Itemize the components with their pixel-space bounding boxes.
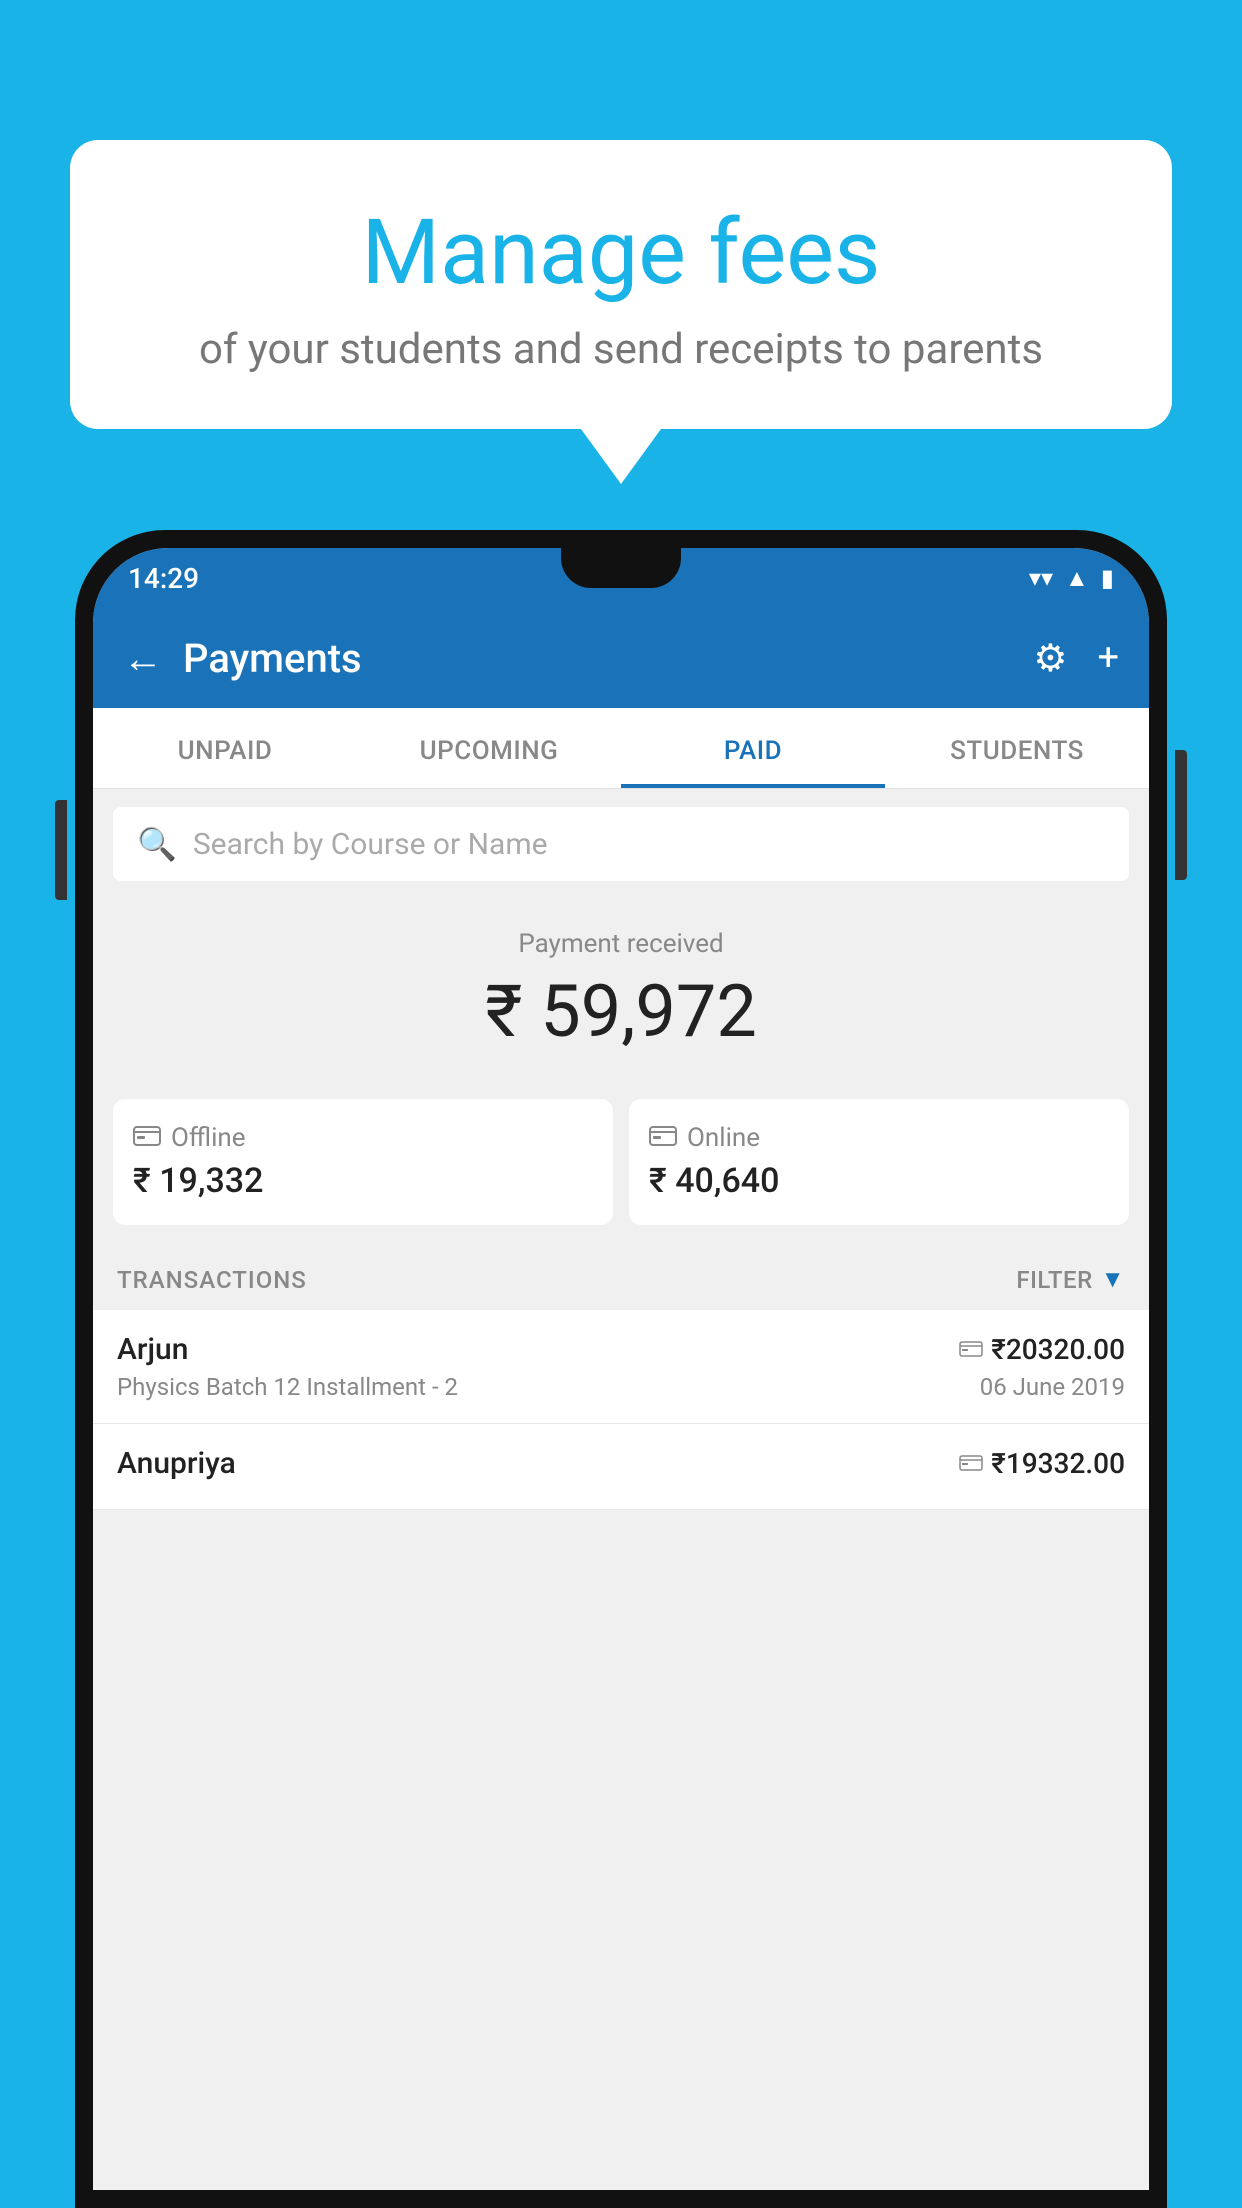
offline-amount: ₹ 19,332 (133, 1161, 593, 1201)
offline-label: Offline (171, 1123, 246, 1153)
app-bar-title: Payments (183, 635, 1013, 682)
offline-card-header: Offline (133, 1123, 593, 1153)
transaction-top: Arjun ₹20320.00 (117, 1332, 1125, 1367)
transaction-date: 06 June 2019 (980, 1373, 1125, 1401)
payment-received-label: Payment received (113, 929, 1129, 959)
content-area: 🔍 Search by Course or Name Payment recei… (93, 789, 1149, 2190)
transaction-name: Anupriya (117, 1446, 236, 1481)
settings-icon[interactable]: ⚙ (1033, 636, 1067, 681)
transaction-name: Arjun (117, 1332, 188, 1367)
battery-icon: ▮ (1101, 564, 1114, 592)
payment-cards-row: Offline ₹ 19,332 (93, 1099, 1149, 1245)
speech-bubble-subtitle: of your students and send receipts to pa… (130, 325, 1112, 374)
offline-payment-icon (959, 1450, 983, 1478)
online-payment-icon (959, 1336, 983, 1364)
transaction-course: Physics Batch 12 Installment - 2 (117, 1373, 458, 1401)
tab-unpaid[interactable]: UNPAID (93, 708, 357, 788)
phone-frame: 14:29 ▾▾ ▲ ▮ ← Payments ⚙ + UNPAID UPC (75, 530, 1167, 2208)
payment-total-amount: ₹ 59,972 (113, 969, 1129, 1054)
phone-inner: 14:29 ▾▾ ▲ ▮ ← Payments ⚙ + UNPAID UPC (93, 548, 1149, 2190)
speech-bubble: Manage fees of your students and send re… (70, 140, 1172, 429)
transaction-amount-wrapper: ₹19332.00 (959, 1447, 1125, 1480)
signal-icon: ▲ (1065, 564, 1089, 593)
speech-bubble-title: Manage fees (130, 200, 1112, 305)
status-time: 14:29 (128, 562, 199, 595)
filter-button[interactable]: FILTER ▼ (1016, 1265, 1125, 1294)
transaction-top: Anupriya ₹19332.00 (117, 1446, 1125, 1481)
transactions-header: TRANSACTIONS FILTER ▼ (93, 1245, 1149, 1310)
notch (561, 548, 681, 588)
transaction-amount: ₹20320.00 (991, 1333, 1125, 1366)
power-button (1175, 750, 1187, 880)
transaction-item[interactable]: Arjun ₹20320.00 (93, 1310, 1149, 1424)
phone-screen: 14:29 ▾▾ ▲ ▮ ← Payments ⚙ + UNPAID UPC (93, 548, 1149, 2190)
transaction-amount-wrapper: ₹20320.00 (959, 1333, 1125, 1366)
tab-upcoming[interactable]: UPCOMING (357, 708, 621, 788)
transactions-label: TRANSACTIONS (117, 1266, 307, 1294)
speech-bubble-section: Manage fees of your students and send re… (70, 140, 1172, 484)
tab-students[interactable]: STUDENTS (885, 708, 1149, 788)
volume-button (55, 800, 67, 900)
online-payment-card: Online ₹ 40,640 (629, 1099, 1129, 1225)
filter-icon: ▼ (1101, 1265, 1125, 1294)
online-label: Online (687, 1123, 760, 1153)
offline-icon (133, 1123, 161, 1153)
transaction-amount: ₹19332.00 (991, 1447, 1125, 1480)
transaction-bottom: Physics Batch 12 Installment - 2 06 June… (117, 1373, 1125, 1401)
add-icon[interactable]: + (1097, 636, 1119, 680)
online-icon (649, 1123, 677, 1153)
wifi-icon: ▾▾ (1029, 564, 1053, 592)
speech-bubble-tail (581, 429, 661, 484)
online-card-header: Online (649, 1123, 1109, 1153)
payment-summary: Payment received ₹ 59,972 (93, 899, 1149, 1099)
online-amount: ₹ 40,640 (649, 1161, 1109, 1201)
tabs-container: UNPAID UPCOMING PAID STUDENTS (93, 708, 1149, 789)
back-button[interactable]: ← (123, 635, 163, 682)
search-icon: 🔍 (137, 825, 177, 863)
offline-payment-card: Offline ₹ 19,332 (113, 1099, 613, 1225)
app-bar: ← Payments ⚙ + (93, 608, 1149, 708)
search-placeholder: Search by Course or Name (193, 827, 548, 862)
status-icons: ▾▾ ▲ ▮ (1029, 564, 1114, 593)
app-bar-actions: ⚙ + (1033, 636, 1119, 681)
status-bar: 14:29 ▾▾ ▲ ▮ (93, 548, 1149, 608)
filter-label: FILTER (1016, 1266, 1092, 1294)
tab-paid[interactable]: PAID (621, 708, 885, 788)
transaction-item[interactable]: Anupriya ₹19332.00 (93, 1424, 1149, 1510)
search-bar[interactable]: 🔍 Search by Course or Name (113, 807, 1129, 881)
